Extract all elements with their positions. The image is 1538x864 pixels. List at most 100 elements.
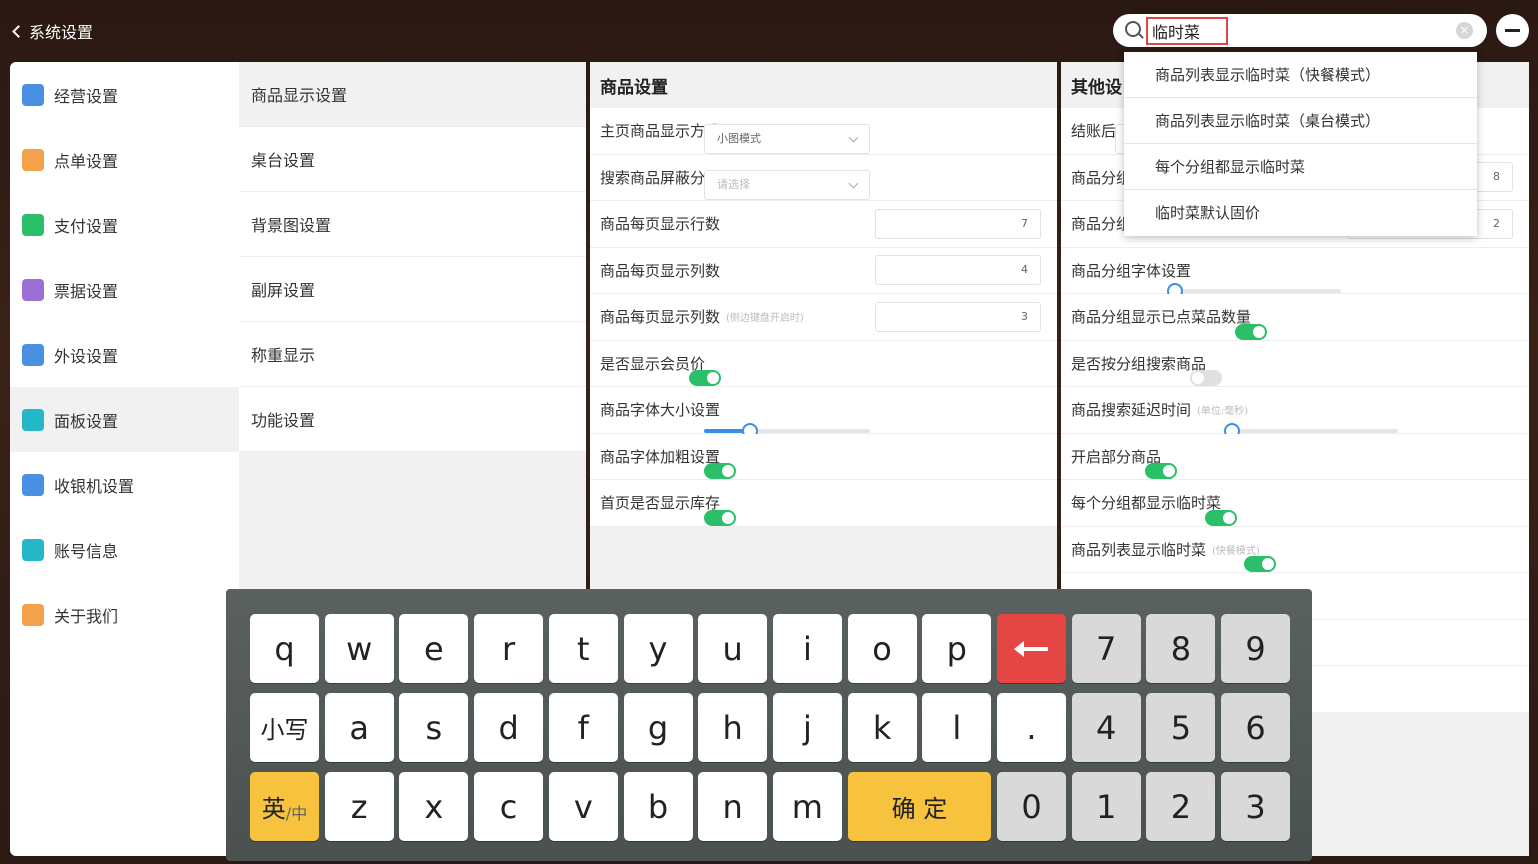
setting-row: 首页是否显示库存 (590, 480, 1057, 527)
key-a[interactable]: a (324, 693, 394, 762)
toggle-switch[interactable] (1235, 323, 1268, 340)
key-e[interactable]: e (399, 614, 469, 683)
key-b[interactable]: b (623, 772, 693, 841)
nav-item-1[interactable]: 经营设置 (10, 62, 239, 127)
nav-item-8[interactable]: 账号信息 (10, 517, 239, 582)
key-4[interactable]: 4 (1071, 693, 1141, 762)
key-u[interactable]: u (698, 614, 768, 683)
key-h[interactable]: h (698, 693, 768, 762)
key-v[interactable]: v (548, 772, 618, 841)
language-toggle-key[interactable]: 英/中 (250, 772, 319, 841)
key-t[interactable]: t (548, 614, 618, 683)
account-icon (22, 538, 44, 561)
key-m[interactable]: m (772, 772, 842, 841)
confirm-key[interactable]: 确 定 (847, 772, 992, 841)
order-icon (22, 148, 44, 171)
case-toggle-key[interactable]: 小写 (250, 693, 319, 762)
clear-icon[interactable]: × (1456, 22, 1473, 39)
key-f[interactable]: f (548, 693, 618, 762)
key-p[interactable]: p (922, 614, 992, 683)
dropdown-select[interactable]: 小图模式 (704, 123, 871, 154)
key-9[interactable]: 9 (1221, 614, 1291, 683)
sub-nav-item[interactable]: 称重显示 (239, 322, 586, 387)
key-z[interactable]: z (324, 772, 394, 841)
sub-nav-item[interactable]: 副屏设置 (239, 257, 586, 322)
suggestion-item[interactable]: 每个分组都显示临时菜 (1124, 144, 1477, 190)
toggle-switch[interactable] (1205, 509, 1238, 526)
key-.[interactable]: . (997, 693, 1066, 762)
nav-item-label: 点单设置 (54, 151, 119, 171)
nav-item-label: 外设设置 (54, 346, 119, 366)
key-g[interactable]: g (623, 693, 693, 762)
nav-item-4[interactable]: 票据设置 (10, 257, 239, 322)
setting-row: 商品分组字体设置 (1061, 247, 1529, 299)
nav-item-9[interactable]: 关于我们 (10, 582, 239, 647)
toggle-switch[interactable] (1190, 370, 1223, 386)
key-x[interactable]: x (399, 772, 469, 841)
nav-item-label: 关于我们 (54, 606, 119, 626)
search-bar[interactable]: × (1113, 14, 1487, 47)
setting-label: 首页是否显示库存 (600, 494, 721, 513)
number-input[interactable]: 4 (875, 255, 1041, 286)
key-8[interactable]: 8 (1146, 614, 1216, 683)
setting-label: 搜索商品屏蔽分组 (600, 168, 721, 187)
sub-nav-item[interactable]: 背景图设置 (239, 192, 586, 257)
dropdown-select[interactable]: 请选择 (704, 170, 871, 200)
setting-label: 商品分组 (1071, 215, 1132, 234)
toggle-switch[interactable] (689, 370, 722, 386)
left-nav: 经营设置点单设置支付设置 票据设置外设设置面板设置 收银机设置 账号信息关于我们 (10, 62, 239, 856)
toggle-switch[interactable] (1243, 556, 1276, 572)
nav-item-6[interactable]: 面板设置 (10, 387, 239, 452)
key-j[interactable]: j (772, 693, 842, 762)
suggestion-item[interactable]: 商品列表显示临时菜（快餐模式） (1124, 52, 1477, 98)
backspace-key[interactable] (997, 614, 1066, 683)
suggestion-item[interactable]: 临时菜默认固价 (1124, 190, 1477, 236)
toggle-switch[interactable] (704, 509, 737, 526)
key-2[interactable]: 2 (1146, 772, 1216, 841)
key-q[interactable]: q (250, 614, 319, 683)
key-y[interactable]: y (623, 614, 693, 683)
key-l[interactable]: l (922, 693, 992, 762)
slider[interactable] (1167, 283, 1342, 299)
back-button[interactable]: 系统设置 (10, 19, 93, 43)
nav-item-3[interactable]: 支付设置 (10, 192, 239, 257)
panel-title: 商品设置 (590, 62, 1057, 108)
key-d[interactable]: d (474, 693, 544, 762)
slider[interactable] (704, 422, 871, 439)
search-input[interactable] (1146, 17, 1228, 45)
toggle-switch[interactable] (704, 463, 737, 479)
sub-nav-item[interactable]: 桌台设置 (239, 127, 586, 192)
key-w[interactable]: w (324, 614, 394, 683)
nav-item-5[interactable]: 外设设置 (10, 322, 239, 387)
key-0[interactable]: 0 (997, 772, 1066, 841)
key-r[interactable]: r (474, 614, 544, 683)
key-7[interactable]: 7 (1071, 614, 1141, 683)
cashier-icon (22, 473, 44, 496)
key-1[interactable]: 1 (1071, 772, 1141, 841)
setting-row: 商品每页显示列数 (侧边键盘开启时) 3 (590, 294, 1057, 341)
key-5[interactable]: 5 (1146, 693, 1216, 762)
sub-nav-item[interactable]: 商品显示设置 (239, 62, 586, 127)
key-6[interactable]: 6 (1221, 693, 1291, 762)
minimize-button[interactable] (1496, 14, 1529, 47)
key-3[interactable]: 3 (1221, 772, 1291, 841)
key-n[interactable]: n (698, 772, 768, 841)
key-i[interactable]: i (772, 614, 842, 683)
slider[interactable] (1224, 422, 1399, 439)
setting-hint: (快餐模式) (1212, 545, 1260, 557)
backspace-arrow-icon (1013, 640, 1048, 657)
sub-nav-item[interactable]: 功能设置 (239, 387, 586, 452)
key-s[interactable]: s (399, 693, 469, 762)
nav-item-7[interactable]: 收银机设置 (10, 452, 239, 517)
number-input[interactable]: 7 (875, 208, 1041, 239)
key-k[interactable]: k (847, 693, 917, 762)
suggestion-item[interactable]: 商品列表显示临时菜（桌台模式） (1124, 98, 1477, 144)
setting-label: 商品列表显示临时菜 (1071, 540, 1207, 559)
key-c[interactable]: c (474, 772, 544, 841)
key-o[interactable]: o (847, 614, 917, 683)
number-input[interactable]: 3 (875, 301, 1041, 332)
setting-label: 商品每页显示列数 (600, 261, 721, 280)
nav-item-2[interactable]: 点单设置 (10, 127, 239, 192)
setting-label: 是否按分组搜索商品 (1071, 354, 1207, 373)
toggle-switch[interactable] (1145, 463, 1178, 479)
